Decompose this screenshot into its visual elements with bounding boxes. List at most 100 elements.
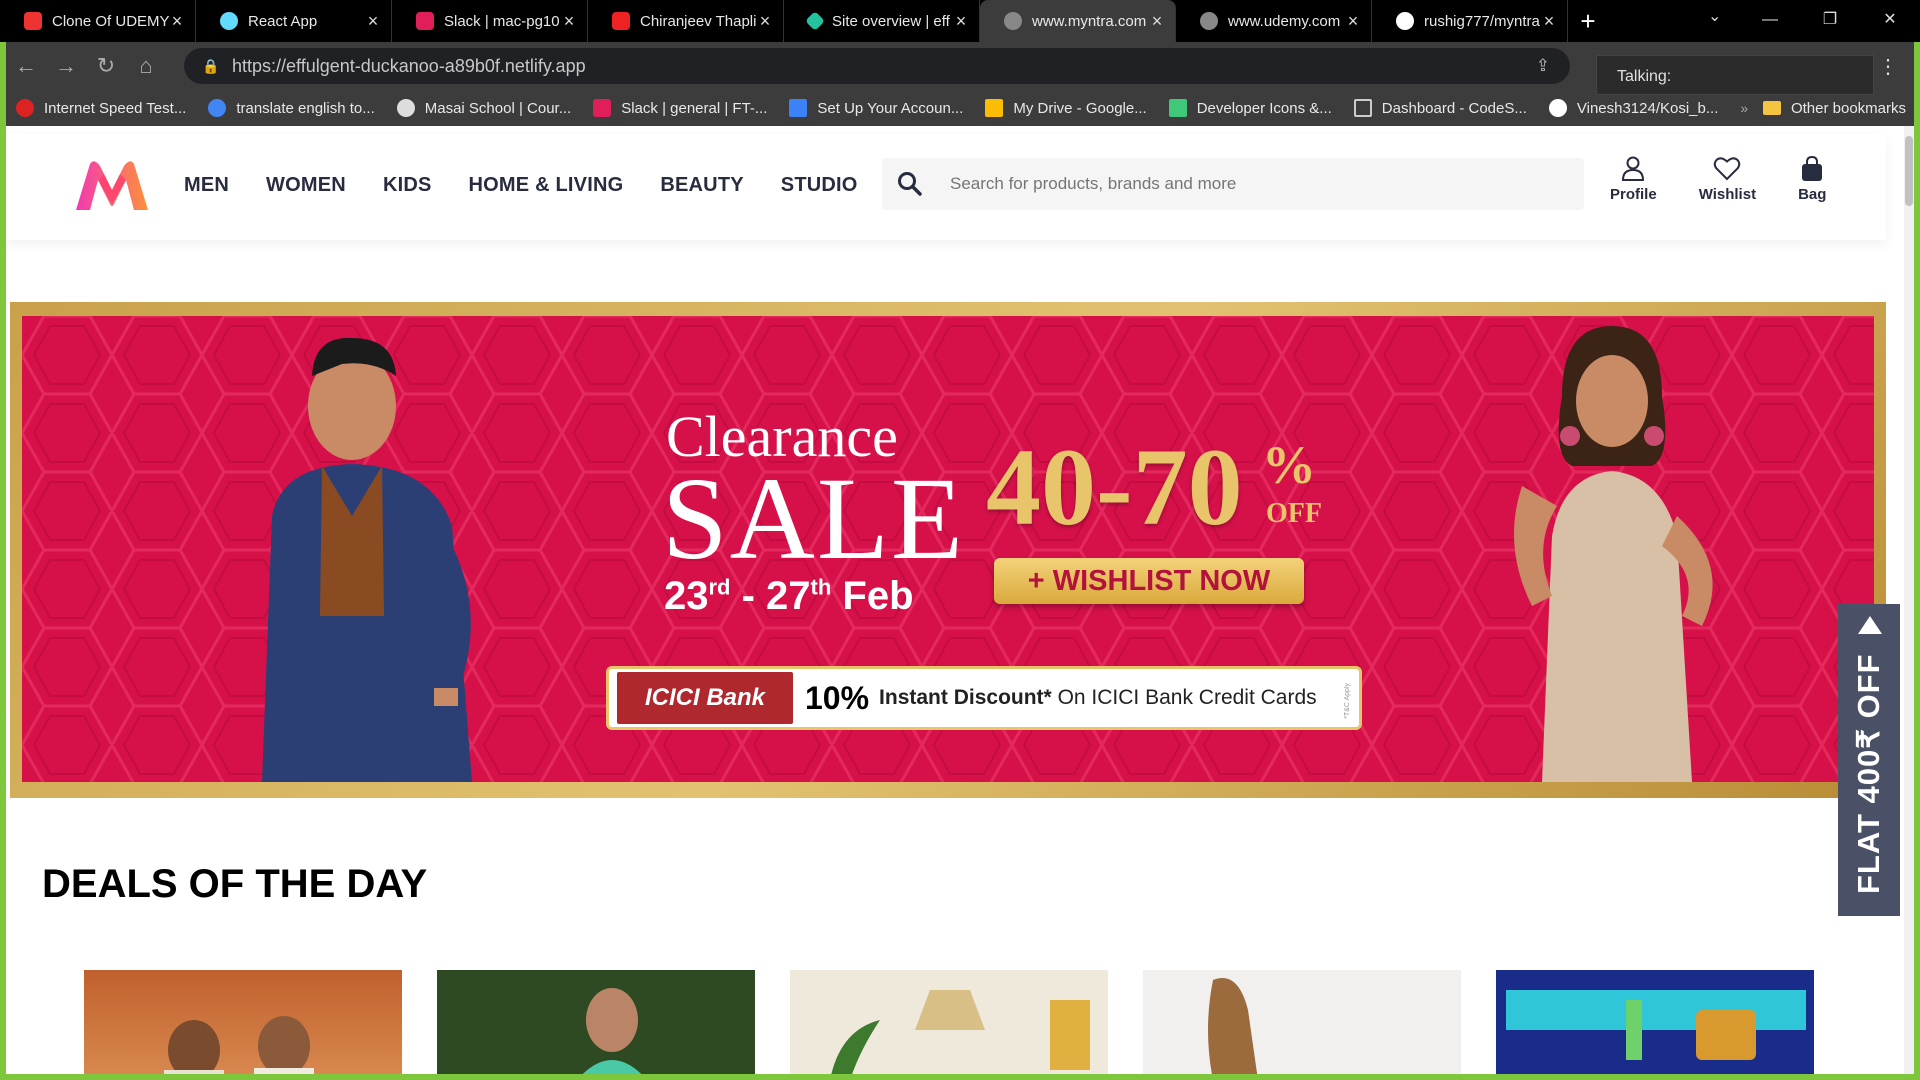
tab-6[interactable]: www.udemy.com × [1176,0,1372,42]
search-icon[interactable] [882,171,938,197]
talking-label: Talking: [1617,68,1672,85]
bag-button[interactable]: Bag [1798,156,1826,203]
tab-0[interactable]: Clone Of UDEMY × [0,0,196,42]
home-button[interactable]: ⌂ [126,53,166,79]
tab-3[interactable]: Chiranjeev Thapli × [588,0,784,42]
tab-title: rushig777/myntra [1424,12,1540,30]
google-drive-icon [985,99,1004,117]
tab-2[interactable]: Slack | mac-pg10 × [392,0,588,42]
nav-women[interactable]: WOMEN [266,174,346,197]
bookmark-label: translate english to... [236,99,375,117]
scrollbar-thumb[interactable] [1905,136,1913,206]
bookmark-item[interactable]: My Drive - Google... [985,99,1147,117]
wishlist-label: Wishlist [1698,186,1757,203]
close-icon[interactable]: × [365,11,381,32]
nav-men[interactable]: MEN [184,174,229,197]
close-window-button[interactable]: ✕ [1860,0,1920,42]
restore-button[interactable]: ❐ [1800,0,1860,42]
netlify-icon [805,11,825,31]
react-icon [220,12,238,30]
icici-offer-strip: ICICI Bank 10% Instant Discount* On ICIC… [606,666,1362,730]
slack-icon [416,12,434,30]
icici-discount-percent: 10% [805,679,870,716]
close-icon[interactable]: × [1345,11,1361,32]
deal-image [831,990,1090,1074]
bookmark-label: Developer Icons &... [1196,99,1332,117]
banner-sale-text: SALE [662,453,965,584]
deal-card[interactable] [1496,970,1814,1074]
deal-card[interactable] [790,970,1108,1074]
bookmark-label: Internet Speed Test... [44,99,187,117]
myntra-logo[interactable] [74,160,150,212]
site-header: MEN WOMEN KIDS HOME & LIVING BEAUTY STUD… [6,134,1886,240]
heart-icon [1714,157,1741,181]
deal-card[interactable] [1143,970,1461,1074]
folder-icon [1762,101,1781,115]
tab-7[interactable]: rushig777/myntra × [1372,0,1568,42]
address-bar[interactable]: 🔒 https://effulgent-duckanoo-a89b0f.netl… [184,48,1570,84]
bookmark-item[interactable]: Masai School | Cour... [396,99,572,117]
tab-strip: Clone Of UDEMY × React App × Slack | mac-p… [0,0,1920,42]
banner-dates: 23rd - 27th Feb [664,574,914,619]
bookmark-item[interactable]: Internet Speed Test... [16,99,186,117]
deal-image [1208,978,1258,1074]
bookmark-label: Masai School | Cour... [424,99,572,117]
minimize-button[interactable]: — [1740,0,1800,42]
nav-beauty[interactable]: BEAUTY [660,174,743,197]
github-icon [1548,99,1567,117]
profile-label: Profile [1610,186,1657,203]
nav-kids[interactable]: KIDS [383,174,432,197]
female-model-image [1514,326,1713,782]
devicons-icon [1168,99,1187,117]
reload-button[interactable]: ↻ [86,53,126,79]
tab-4[interactable]: Site overview | eff × [784,0,980,42]
bookmark-item[interactable]: Dashboard - CodeS... [1353,99,1527,117]
deal-card[interactable] [84,970,402,1074]
bookmark-item[interactable]: Slack | general | FT-... [593,99,767,117]
search-input[interactable] [938,174,1538,194]
main-nav: MEN WOMEN KIDS HOME & LIVING BEAUTY STUD… [184,174,895,197]
close-icon[interactable]: × [169,11,185,32]
menu-icon[interactable]: ⋮ [1878,54,1898,79]
close-icon[interactable]: × [757,11,773,32]
new-tab-button[interactable]: + [1568,0,1608,42]
tab-5[interactable]: www.myntra.com × [980,0,1176,42]
bookmark-item[interactable]: Vinesh3124/Kosi_b... [1548,99,1718,117]
banner-discount: 40-70 [986,426,1243,548]
other-bookmarks[interactable]: Other bookmarks [1762,100,1906,117]
bookmark-label: Dashboard - CodeS... [1381,99,1527,117]
bookmark-item[interactable]: Developer Icons &... [1168,99,1332,117]
flag-icon [789,99,808,117]
bookmark-label: Set Up Your Accoun... [817,99,964,117]
page-icon [1353,99,1372,117]
bookmark-label: Slack | general | FT-... [621,99,768,117]
tab-title: www.myntra.com [1032,12,1147,30]
clearance-sale-banner[interactable]: Clearance SALE 23rd - 27th Feb 40-70 % O… [10,302,1886,798]
lock-icon[interactable]: 🔒 [202,58,219,75]
search-box [882,158,1584,210]
forward-button[interactable]: → [46,53,86,79]
close-icon[interactable]: × [561,11,577,32]
nav-studio[interactable]: STUDIO [781,174,858,197]
close-icon[interactable]: × [1149,11,1165,32]
back-button[interactable]: ← [6,53,46,79]
deal-card[interactable] [437,970,755,1074]
flat-offer-tab[interactable]: FLAT 400₹ OFF [1838,604,1900,916]
tab-search-icon[interactable]: ⌄ [1708,6,1721,26]
close-icon[interactable]: × [953,11,969,32]
profile-button[interactable]: Profile [1610,156,1657,203]
tab-1[interactable]: React App × [196,0,392,42]
share-icon[interactable]: ⇪ [1536,56,1550,76]
bookmark-item[interactable]: translate english to... [208,99,375,117]
bookmarks-overflow-button[interactable]: » [1740,100,1748,116]
bag-icon [1802,156,1823,181]
bookmark-item[interactable]: Set Up Your Accoun... [789,99,963,117]
nav-home-living[interactable]: HOME & LIVING [469,174,624,197]
wishlist-button[interactable]: Wishlist [1699,156,1756,203]
close-icon[interactable]: × [1541,11,1557,32]
page-scrollbar[interactable] [1904,126,1914,1074]
date-start-suffix: rd [708,574,731,600]
globe-icon [396,99,415,117]
wishlist-now-button[interactable]: + WISHLIST NOW [994,558,1304,604]
chevron-up-icon [1858,616,1882,634]
